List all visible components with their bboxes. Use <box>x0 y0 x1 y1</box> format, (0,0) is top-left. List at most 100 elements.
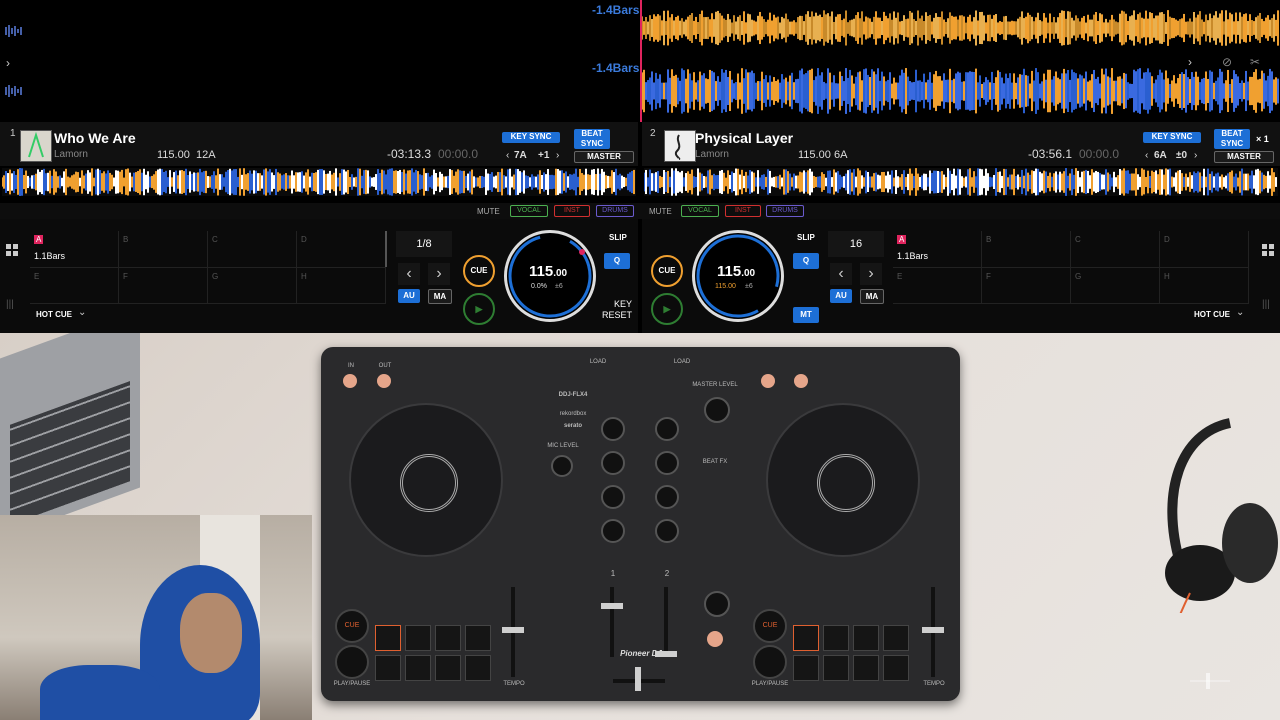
deck2-loop-length[interactable]: 16 <box>828 231 884 257</box>
waveform-view-icon-2[interactable] <box>4 84 24 98</box>
pad-letter: H <box>301 272 307 281</box>
chevron-down-icon[interactable]: ⌄ <box>78 307 86 318</box>
person-shoulder <box>40 665 160 720</box>
deck1-key-reset-button[interactable]: KEY RESET <box>600 299 632 321</box>
deck2-sync-multiplier[interactable]: × 1 <box>1256 134 1269 144</box>
deck1-master-button[interactable]: MASTER <box>574 151 634 163</box>
deck1-quantize-button[interactable]: Q <box>604 253 630 269</box>
chevron-right-icon-2[interactable]: › <box>1188 55 1192 69</box>
deck1-key-next-icon[interactable]: › <box>556 150 559 161</box>
headphones <box>1139 413 1280 714</box>
out-label: OUT <box>378 363 392 369</box>
deck1-slip-button[interactable]: SLIP <box>609 233 627 242</box>
deck2-master-button[interactable]: MASTER <box>1214 151 1274 163</box>
deck2-inst-button[interactable]: INST <box>725 205 761 217</box>
grid-view-icon[interactable] <box>6 243 18 256</box>
deck1-drums-button[interactable]: DRUMS <box>596 205 634 217</box>
deck1-loop-length[interactable]: 1/8 <box>396 231 452 257</box>
mic-level-label: MIC LEVEL <box>547 443 579 449</box>
deck1-bpm-int: 115 <box>529 263 554 280</box>
deck1-manual-loop-button[interactable]: MA <box>428 289 452 304</box>
deck2-vocal-button[interactable]: VOCAL <box>681 205 719 217</box>
deck1-jog-display[interactable]: 115.00 0.0% ±6 <box>504 230 596 322</box>
deck1-title: Who We Are <box>54 130 136 146</box>
chevron-down-icon[interactable]: ⌄ <box>1236 307 1244 318</box>
hot-cue-pad-h[interactable]: H <box>1160 268 1249 304</box>
deck2-manual-loop-button[interactable]: MA <box>860 289 884 304</box>
deck2-master-tempo-button[interactable]: MT <box>793 307 819 323</box>
deck2-loop-halve-button[interactable]: ‹ <box>830 263 852 285</box>
pad <box>435 625 461 651</box>
deck1-bpm-display: 115.00 <box>529 263 567 280</box>
laptop <box>0 333 140 539</box>
hot-cue-pad-c[interactable]: C <box>208 231 297 268</box>
loop-halve-button[interactable]: ‹ <box>398 263 420 285</box>
deck2-key-sync-button[interactable]: KEY SYNC <box>1143 132 1201 143</box>
deck1-cue-button[interactable]: CUE <box>463 255 495 287</box>
deck1-inst-button[interactable]: INST <box>554 205 590 217</box>
deck1-pad-mode-label[interactable]: HOT CUE <box>36 310 72 319</box>
deck2-number: 2 <box>650 128 656 139</box>
deck2-drums-button[interactable]: DRUMS <box>766 205 804 217</box>
hot-cue-pad-a[interactable]: A 1.1Bars <box>893 231 982 268</box>
pad <box>793 655 819 681</box>
channel-1-label: 1 <box>610 569 616 578</box>
deck2-jog-display[interactable]: 115.00 115.00 ±6 <box>692 230 784 322</box>
waveform-view-icon[interactable] <box>4 24 24 38</box>
hot-cue-pad-d[interactable]: D <box>1160 231 1249 268</box>
fx-on-off-button <box>707 631 723 647</box>
chevron-right-icon[interactable]: › <box>6 56 16 70</box>
pad-letter: E <box>897 272 903 281</box>
hot-cue-pad-d[interactable]: D <box>297 231 386 268</box>
deck1-vocal-button[interactable]: VOCAL <box>510 205 548 217</box>
deck2-quantize-button[interactable]: Q <box>793 253 819 269</box>
loop-double-button[interactable]: › <box>428 263 450 285</box>
pad-letter: F <box>986 272 991 281</box>
deck2-pad-mode-label[interactable]: HOT CUE <box>1194 310 1230 319</box>
deck2-overview-waveform[interactable] <box>643 168 1278 196</box>
hot-cue-pad-c[interactable]: C <box>1071 231 1160 268</box>
deck2-auto-loop-button[interactable]: AU <box>830 289 852 303</box>
hot-cue-pad-g[interactable]: G <box>1071 268 1160 304</box>
hot-cue-pad-b[interactable]: B <box>119 231 208 268</box>
deck1-key-prev-icon[interactable]: ‹ <box>506 150 509 161</box>
deck1-hot-cue-pads: A 1.1Bars B C D E F G H <box>30 231 386 304</box>
pad-mode-icon[interactable]: ||| <box>6 299 14 310</box>
pad-letter: H <box>1164 272 1170 281</box>
hot-cue-pad-f[interactable]: F <box>982 268 1071 304</box>
deck1-auto-loop-button[interactable]: AU <box>398 289 420 303</box>
deck2-cue-button[interactable]: CUE <box>651 255 683 287</box>
hot-cue-pad-e[interactable]: E <box>30 268 119 304</box>
hot-cue-pad-h[interactable]: H <box>297 268 386 304</box>
hot-cue-pad-b[interactable]: B <box>982 231 1071 268</box>
pad <box>405 625 431 651</box>
link-icon[interactable]: ⊘ <box>1222 55 1232 69</box>
hot-cue-pad-a[interactable]: A 1.1Bars <box>30 231 119 268</box>
deck1-key-sync-button[interactable]: KEY SYNC <box>502 132 560 143</box>
deck1-scrolling-waveform[interactable] <box>641 10 1280 46</box>
deck2-beat-sync-button[interactable]: BEAT SYNC <box>1214 129 1250 149</box>
deck1-overview-waveform[interactable] <box>1 168 636 196</box>
right-tempo-label: TEMPO <box>923 681 945 687</box>
deck1-beat-sync-button[interactable]: BEAT SYNC <box>574 129 610 149</box>
deck2-play-button[interactable]: ▶ <box>651 293 683 325</box>
deck2-scrolling-waveform[interactable] <box>641 68 1280 114</box>
scissors-icon[interactable]: ✂ <box>1250 55 1260 69</box>
deck2-time-elapsed: 00:00.0 <box>1079 147 1120 161</box>
hot-cue-pad-g[interactable]: G <box>208 268 297 304</box>
deck1-key-current: 7A <box>514 150 527 161</box>
pad <box>405 655 431 681</box>
grid-view-icon[interactable] <box>1262 243 1274 256</box>
pad-mode-icon[interactable]: ||| <box>1262 299 1270 310</box>
hot-cue-pad-f[interactable]: F <box>119 268 208 304</box>
right-performance-pads <box>793 625 909 681</box>
deck2-key-next-icon[interactable]: › <box>1194 150 1197 161</box>
deck1-play-button[interactable]: ▶ <box>463 293 495 325</box>
pad <box>853 655 879 681</box>
deck2-slip-button[interactable]: SLIP <box>797 233 815 242</box>
pad-letter: F <box>123 272 128 281</box>
deck2-loop-double-button[interactable]: › <box>860 263 882 285</box>
pad-letter: B <box>123 235 129 244</box>
hot-cue-pad-e[interactable]: E <box>893 268 982 304</box>
deck2-key-prev-icon[interactable]: ‹ <box>1145 150 1148 161</box>
